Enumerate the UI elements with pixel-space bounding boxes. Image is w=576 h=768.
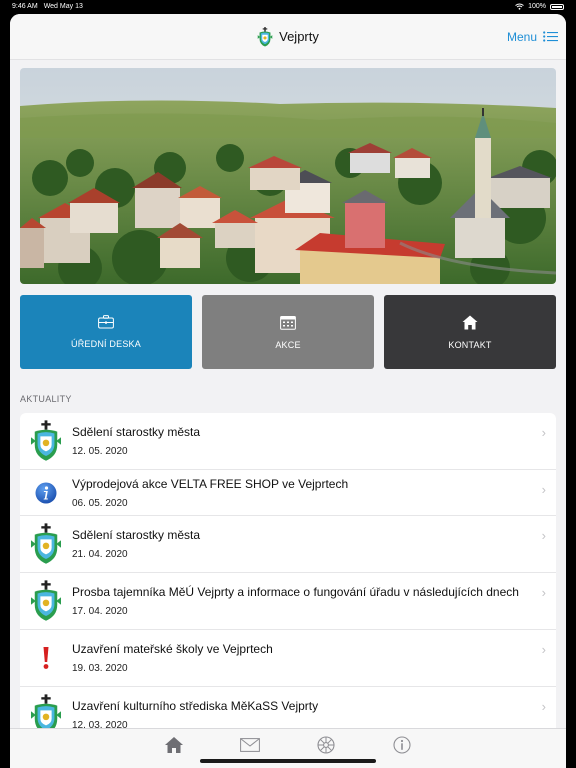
home-tab-icon (165, 737, 183, 753)
exclamation-icon (43, 647, 49, 669)
crest-icon (31, 523, 61, 565)
list-icon (543, 31, 558, 42)
uredni-deska-label: ÚŘEDNÍ DESKA (71, 339, 141, 349)
news-title: Uzavření kulturního střediska MěKaSS Vej… (72, 699, 319, 713)
crest-logo-icon (257, 27, 273, 47)
news-date: 06. 05. 2020 (72, 497, 128, 509)
news-title: Výprodejová akce VELTA FREE SHOP ve Vejp… (72, 476, 349, 491)
wheel-tab-icon (317, 736, 335, 754)
mail-tab-icon (240, 738, 260, 752)
calendar-icon (280, 315, 296, 330)
chevron-right-icon: › (541, 482, 546, 497)
uredni-deska-tile[interactable]: ÚŘEDNÍ DESKA (20, 295, 192, 369)
news-date: 19. 03. 2020 (72, 663, 128, 674)
news-list: Sdělení starostky města 12. 05. 2020 › V… (20, 413, 556, 744)
news-date: 17. 04. 2020 (72, 606, 128, 617)
news-title: Prosba tajemníka MěÚ Vejprty a informace… (72, 585, 519, 599)
tab-mail[interactable] (238, 734, 262, 756)
kontakt-tile[interactable]: KONTAKT (384, 295, 556, 369)
menu-label: Menu (506, 29, 537, 44)
status-time: 9:46 AM (12, 3, 38, 10)
app-window: Vejprty Menu ÚŘEDNÍ DESKA AKCE KONTAKT A… (10, 14, 566, 768)
menu-button[interactable]: Menu (507, 30, 558, 44)
kontakt-label: KONTAKT (448, 339, 492, 350)
home-indicator (200, 759, 376, 763)
akce-tile[interactable]: AKCE (202, 295, 374, 369)
news-title: Uzavření mateřské školy ve Vejprtech (72, 642, 273, 656)
wifi-icon (515, 3, 524, 10)
app-title-text: Vejprty (279, 29, 319, 44)
quick-links: ÚŘEDNÍ DESKA AKCE KONTAKT (20, 295, 556, 369)
crest-icon (31, 420, 61, 462)
navigation-bar: Vejprty Menu (10, 14, 566, 60)
tab-home[interactable] (162, 734, 186, 756)
chevron-right-icon: › (541, 585, 546, 600)
chevron-right-icon: › (541, 699, 546, 714)
chevron-right-icon: › (541, 642, 546, 657)
list-item[interactable]: Prosba tajemníka MěÚ Vejprty a informace… (20, 573, 556, 630)
news-date: 12. 05. 2020 (72, 446, 128, 457)
list-item[interactable]: Sdělení starostky města 12. 05. 2020 › (20, 413, 556, 470)
list-item[interactable]: Sdělení starostky města 21. 04. 2020 › (20, 516, 556, 573)
status-bar: 9:46 AM Wed May 13 100% (0, 0, 576, 13)
tab-wheel[interactable] (314, 734, 338, 756)
news-section-heading: AKTUALITY (20, 394, 72, 404)
news-title: Sdělení starostky města (72, 425, 201, 439)
app-title: Vejprty (257, 27, 319, 47)
town-aerial-photo (20, 68, 556, 284)
chevron-right-icon: › (541, 425, 546, 440)
akce-label: AKCE (275, 339, 301, 350)
briefcase-icon (98, 315, 114, 329)
home-icon (462, 315, 478, 329)
news-date: 21. 04. 2020 (72, 549, 128, 560)
status-date: Wed May 13 (43, 3, 83, 10)
info-icon (35, 482, 57, 503)
info-tab-icon (393, 736, 411, 754)
tab-info[interactable] (390, 734, 414, 756)
crest-icon (31, 580, 61, 622)
list-item[interactable]: Uzavření mateřské školy ve Vejprtech 19.… (20, 630, 556, 687)
list-item[interactable]: Výprodejová akce VELTA FREE SHOP ve Vejp… (20, 470, 556, 516)
battery-percent: 100% (528, 3, 546, 10)
battery-icon (550, 3, 564, 10)
news-title: Sdělení starostky města (72, 528, 201, 542)
chevron-right-icon: › (541, 528, 546, 543)
